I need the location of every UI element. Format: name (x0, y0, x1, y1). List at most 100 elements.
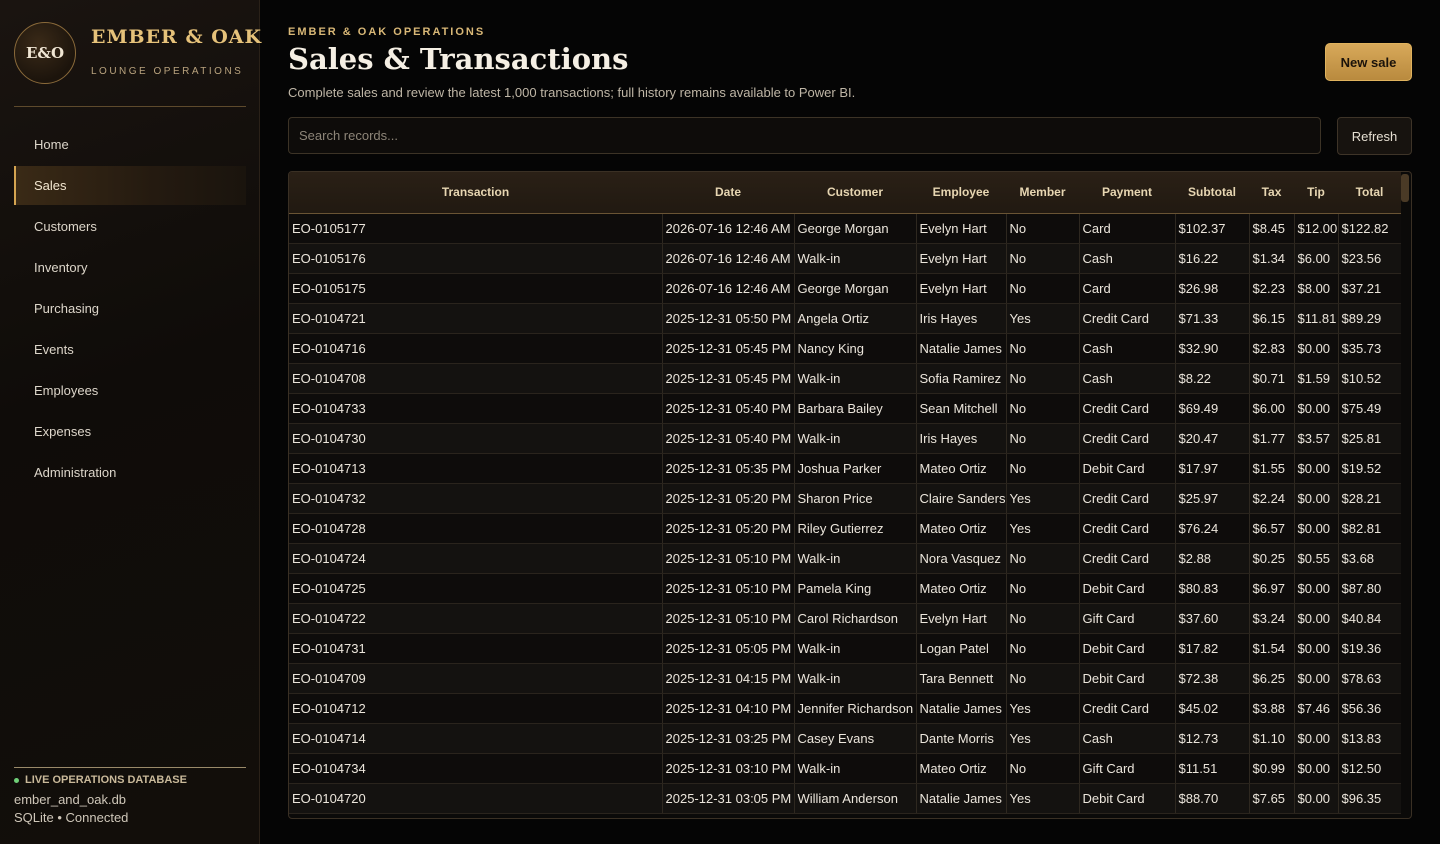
cell-subtotal: $8.22 (1175, 363, 1250, 394)
sidebar-item-events[interactable]: Events (14, 330, 246, 369)
cell-subtotal: $2.88 (1175, 543, 1250, 574)
sidebar-item-employees[interactable]: Employees (14, 371, 246, 410)
cell-total: $19.52 (1338, 453, 1401, 484)
table-row[interactable]: EO-0104731 2025-12-31 05:05 PM Walk-in Loga… (289, 633, 1401, 664)
sidebar-item-expenses[interactable]: Expenses (14, 412, 246, 451)
cell-date: 2026-07-16 12:46 AM (662, 213, 795, 244)
cell-transaction: EO-0104728 (289, 513, 663, 544)
cell-member: No (1006, 663, 1080, 694)
column-header-customer[interactable]: Customer (794, 172, 916, 214)
cell-subtotal: $72.38 (1175, 663, 1250, 694)
cell-transaction: EO-0104724 (289, 543, 663, 574)
cell-subtotal: $16.22 (1175, 243, 1250, 274)
new-sale-button[interactable]: New sale (1325, 43, 1412, 81)
table-row[interactable]: EO-0104733 2025-12-31 05:40 PM Barbara Bai… (289, 393, 1401, 424)
column-header-transaction[interactable]: Transaction (289, 172, 662, 214)
table-row[interactable]: EO-0104728 2025-12-31 05:20 PM Riley Gutie… (289, 513, 1401, 544)
column-header-employee[interactable]: Employee (916, 172, 1006, 214)
cell-date: 2025-12-31 04:10 PM (662, 693, 795, 724)
cell-tip: $1.59 (1294, 363, 1339, 394)
column-header-tip[interactable]: Tip (1294, 172, 1338, 214)
table-row[interactable]: EO-0104734 2025-12-31 03:10 PM Walk-in Mate… (289, 753, 1401, 784)
cell-member: No (1006, 543, 1080, 574)
footer-divider (14, 767, 246, 768)
cell-tip: $0.00 (1294, 573, 1339, 604)
table-row[interactable]: EO-0104725 2025-12-31 05:10 PM Pamela King… (289, 573, 1401, 604)
table-row[interactable]: EO-0105175 2026-07-16 12:46 AM George Morg… (289, 273, 1401, 304)
column-header-tax[interactable]: Tax (1249, 172, 1294, 214)
sidebar: E&O EMBER & OAK LOUNGE OPERATIONS Home S… (0, 0, 261, 844)
column-header-date[interactable]: Date (662, 172, 794, 214)
table-row[interactable]: EO-0104713 2025-12-31 05:35 PM Joshua Park… (289, 453, 1401, 484)
cell-payment: Credit Card (1079, 423, 1176, 454)
cell-employee: Evelyn Hart (916, 603, 1007, 634)
column-header-total[interactable]: Total (1338, 172, 1401, 214)
search-input[interactable] (288, 117, 1321, 154)
cell-tax: $0.71 (1249, 363, 1295, 394)
column-header-member[interactable]: Member (1006, 172, 1079, 214)
scrollbar-thumb[interactable] (1401, 174, 1409, 202)
cell-date: 2025-12-31 05:20 PM (662, 483, 795, 514)
cell-tax: $1.77 (1249, 423, 1295, 454)
cell-subtotal: $37.60 (1175, 603, 1250, 634)
cell-total: $10.52 (1338, 363, 1401, 394)
cell-employee: Iris Hayes (916, 303, 1007, 334)
cell-employee: Sean Mitchell (916, 393, 1007, 424)
cell-member: No (1006, 333, 1080, 364)
column-header-payment[interactable]: Payment (1079, 172, 1175, 214)
cell-transaction: EO-0104730 (289, 423, 663, 454)
cell-member: No (1006, 243, 1080, 274)
cell-transaction: EO-0104712 (289, 693, 663, 724)
cell-member: No (1006, 603, 1080, 634)
table-row[interactable]: EO-0104709 2025-12-31 04:15 PM Walk-in Tara… (289, 663, 1401, 694)
sidebar-item-administration[interactable]: Administration (14, 453, 246, 492)
table-row[interactable]: EO-0104732 2025-12-31 05:20 PM Sharon Pric… (289, 483, 1401, 514)
table-row[interactable]: EO-0104730 2025-12-31 05:40 PM Walk-in Iris… (289, 423, 1401, 454)
cell-transaction: EO-0104714 (289, 723, 663, 754)
column-header-subtotal[interactable]: Subtotal (1175, 172, 1249, 214)
cell-tip: $6.00 (1294, 243, 1339, 274)
cell-transaction: EO-0104709 (289, 663, 663, 694)
table-row[interactable]: EO-0105176 2026-07-16 12:46 AM Walk-in Evel… (289, 243, 1401, 274)
cell-employee: Tara Bennett (916, 663, 1007, 694)
sidebar-item-sales[interactable]: Sales (14, 166, 246, 205)
refresh-button[interactable]: Refresh (1337, 117, 1412, 155)
cell-tax: $3.88 (1249, 693, 1295, 724)
table-row[interactable]: EO-0104716 2025-12-31 05:45 PM Nancy King N… (289, 333, 1401, 364)
cell-employee: Natalie James (916, 693, 1007, 724)
cell-transaction: EO-0104713 (289, 453, 663, 484)
sidebar-item-home[interactable]: Home (14, 125, 246, 164)
table-header-row: Transaction Date Customer Employee Member Pay… (289, 172, 1401, 214)
table-row[interactable]: EO-0104722 2025-12-31 05:10 PM Carol Richa… (289, 603, 1401, 634)
sidebar-item-customers[interactable]: Customers (14, 207, 246, 246)
sidebar-item-purchasing[interactable]: Purchasing (14, 289, 246, 328)
cell-payment: Debit Card (1079, 573, 1176, 604)
table-row[interactable]: EO-0104708 2025-12-31 05:45 PM Walk-in Sofi… (289, 363, 1401, 394)
cell-payment: Credit Card (1079, 393, 1176, 424)
page-title: Sales & Transactions (288, 42, 629, 76)
cell-customer: Walk-in (794, 243, 917, 274)
cell-subtotal: $17.97 (1175, 453, 1250, 484)
cell-employee: Claire Sanders (916, 483, 1007, 514)
cell-member: No (1006, 273, 1080, 304)
sidebar-item-inventory[interactable]: Inventory (14, 248, 246, 287)
cell-total: $35.73 (1338, 333, 1401, 364)
table-row[interactable]: EO-0104724 2025-12-31 05:10 PM Walk-in Nora… (289, 543, 1401, 574)
cell-payment: Credit Card (1079, 543, 1176, 574)
table-row[interactable]: EO-0104721 2025-12-31 05:50 PM Angela Orti… (289, 303, 1401, 334)
cell-transaction: EO-0105175 (289, 273, 663, 304)
cell-date: 2025-12-31 05:05 PM (662, 633, 795, 664)
table-row[interactable]: EO-0104714 2025-12-31 03:25 PM Casey Evans… (289, 723, 1401, 754)
table-row[interactable]: EO-0104712 2025-12-31 04:10 PM Jennifer Ri… (289, 693, 1401, 724)
cell-tax: $1.34 (1249, 243, 1295, 274)
cell-employee: Sofia Ramirez (916, 363, 1007, 394)
cell-employee: Logan Patel (916, 633, 1007, 664)
cell-date: 2025-12-31 05:45 PM (662, 333, 795, 364)
cell-customer: Walk-in (794, 633, 917, 664)
table-scrollbar[interactable] (1401, 172, 1409, 818)
table-row[interactable]: EO-0104720 2025-12-31 03:05 PM William And… (289, 783, 1401, 814)
cell-customer: Angela Ortiz (794, 303, 917, 334)
cell-tax: $2.83 (1249, 333, 1295, 364)
cell-payment: Card (1079, 213, 1176, 244)
table-row[interactable]: EO-0105177 2026-07-16 12:46 AM George Morg… (289, 213, 1401, 244)
